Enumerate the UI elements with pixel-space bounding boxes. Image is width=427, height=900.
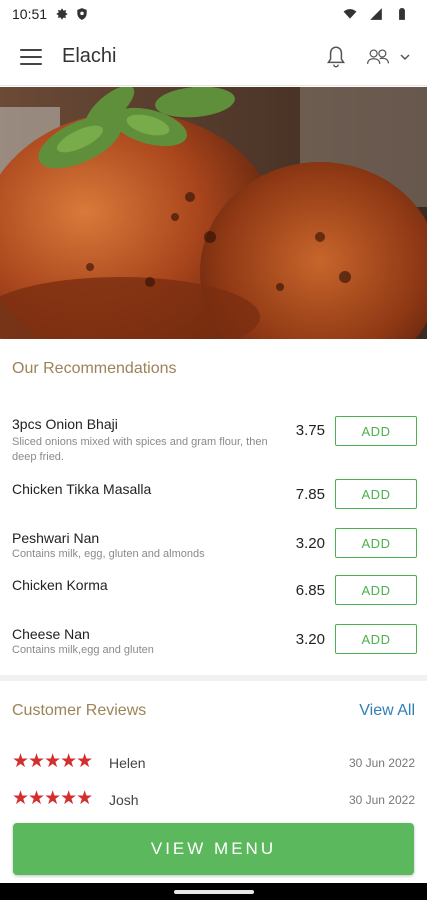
star-rating: ★★★★★	[12, 788, 93, 809]
wifi-icon	[343, 9, 357, 19]
item-price: 6.85	[295, 582, 325, 599]
tandoori-chicken-photo	[0, 87, 427, 339]
item-description: Contains milk,egg and gluten	[12, 644, 154, 656]
view-all-link[interactable]: View All	[359, 702, 415, 720]
item-price: 3.20	[295, 535, 325, 552]
status-time: 10:51	[12, 6, 48, 22]
hero-image	[0, 87, 427, 339]
system-nav-bar	[0, 883, 427, 900]
review-date: 30 Jun 2022	[348, 793, 415, 807]
add-button[interactable]: ADD	[335, 624, 417, 654]
item-name: Chicken Korma	[12, 577, 108, 593]
review-row: ★★★★★ Josh 30 Jun 2022	[0, 789, 427, 811]
item-price: 3.75	[295, 422, 325, 439]
review-row: ★★★★★ Helen 30 Jun 2022	[0, 752, 427, 774]
item-price: 7.85	[295, 486, 325, 503]
item-description: Sliced onions mixed with spices and gram…	[12, 436, 268, 463]
shield-icon	[77, 8, 87, 20]
item-name: Peshwari Nan	[12, 530, 100, 546]
review-date: 30 Jun 2022	[348, 756, 415, 770]
signal-icon	[370, 8, 382, 20]
reviews-title: Customer Reviews	[12, 702, 147, 719]
app-title: Elachi	[62, 45, 117, 67]
user-switch[interactable]	[365, 46, 411, 68]
recommendations-title: Our Recommendations	[12, 360, 177, 377]
add-button[interactable]: ADD	[335, 416, 417, 446]
menu-icon[interactable]	[20, 48, 42, 65]
add-button[interactable]: ADD	[335, 528, 417, 558]
battery-icon	[399, 8, 405, 20]
app-bar: Elachi	[0, 28, 427, 86]
app-actions	[323, 44, 411, 70]
item-name: Cheese Nan	[12, 626, 90, 642]
reviewer-name: Josh	[109, 792, 139, 808]
add-button[interactable]: ADD	[335, 479, 417, 509]
item-price: 3.20	[295, 631, 325, 648]
item-description: Contains milk, egg, gluten and almonds	[12, 548, 205, 560]
bell-icon[interactable]	[323, 44, 349, 70]
view-menu-button[interactable]: VIEW MENU	[13, 823, 414, 875]
section-divider	[0, 675, 427, 681]
star-rating: ★★★★★	[12, 751, 93, 772]
home-handle[interactable]	[174, 890, 254, 894]
item-name: 3pcs Onion Bhaji	[12, 416, 118, 432]
gear-icon	[56, 8, 68, 20]
add-button[interactable]: ADD	[335, 575, 417, 605]
item-name: Chicken Tikka Masalla	[12, 481, 152, 497]
users-icon	[366, 48, 390, 64]
reviewer-name: Helen	[109, 755, 146, 771]
chevron-down-icon	[400, 53, 410, 60]
status-bar: 10:51	[0, 0, 427, 28]
